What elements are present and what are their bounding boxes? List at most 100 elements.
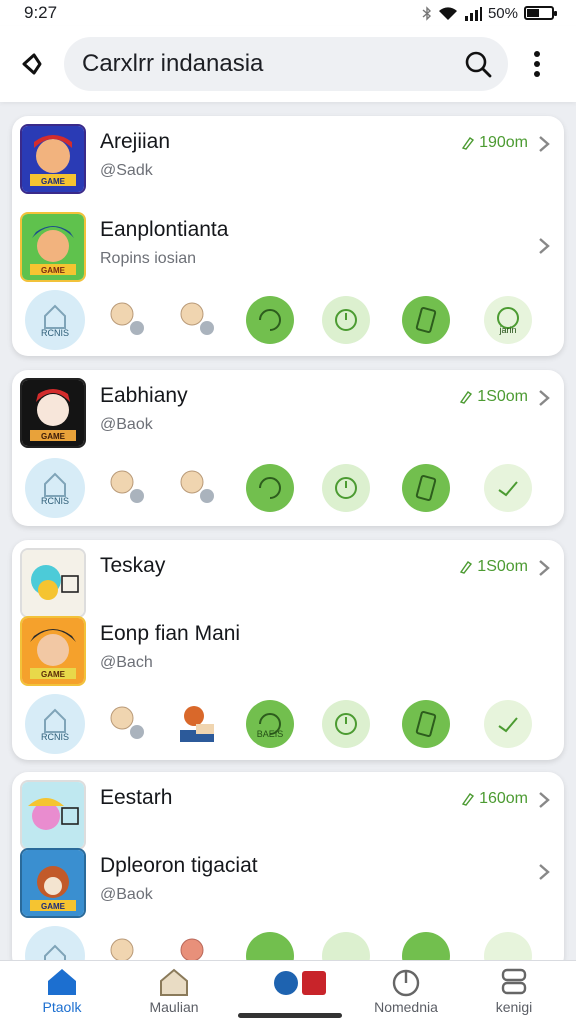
search-button[interactable] [462, 48, 494, 80]
status-time: 9:27 [24, 3, 58, 22]
game-dog-hero-icon: GAME [20, 848, 86, 918]
chevron-right-icon[interactable] [536, 388, 552, 408]
app-size: 160om [461, 790, 528, 808]
svg-text:GAME: GAME [41, 670, 66, 679]
trend-icon [498, 717, 518, 733]
chevron-right-icon[interactable] [536, 862, 552, 882]
app-list-item[interactable]: Eestarh 160om [12, 776, 564, 852]
home-shortcut-button[interactable]: RCNIS [25, 694, 85, 754]
download-size-icon [460, 391, 473, 404]
chevron-right-icon[interactable] [536, 134, 552, 154]
app-developer: @Bach [100, 654, 153, 671]
app-group-card: GAME Eabhiany @Baok 1S0om RCNIS [12, 370, 564, 526]
download-size-icon [461, 793, 475, 806]
refresh-button[interactable]: BAEIS [246, 700, 294, 748]
app-logo-icon [274, 971, 326, 995]
card-icon [415, 475, 437, 501]
timer-button[interactable] [322, 296, 370, 344]
bluetooth-icon [422, 5, 431, 21]
search-header: Carxlrr indanasia [0, 26, 576, 102]
character-icon[interactable] [174, 296, 222, 344]
character-icon[interactable] [104, 296, 152, 344]
home-indicator[interactable] [238, 1013, 342, 1018]
refresh-button[interactable] [246, 464, 294, 512]
nav-item-nomednia[interactable]: Nomednia [356, 961, 456, 1024]
svg-text:GAME: GAME [41, 902, 66, 911]
card-icon [415, 307, 437, 333]
character-icon[interactable] [104, 464, 152, 512]
search-icon [465, 51, 492, 78]
timer-button[interactable] [322, 700, 370, 748]
card-icon [415, 711, 437, 737]
back-chevron-icon [22, 53, 42, 75]
svg-text:GAME: GAME [41, 266, 66, 275]
app-developer: Ropins iosian [100, 250, 197, 267]
house-icon [44, 304, 66, 329]
timer-icon [335, 477, 357, 499]
game-cyan-character-icon [20, 548, 86, 618]
timer-icon [335, 309, 357, 331]
game-boy-blue-hat-icon: GAME [20, 212, 86, 282]
nav-item-maulian[interactable]: Maulian [124, 961, 224, 1024]
refresh-icon [259, 713, 281, 735]
nav-item-kenigi[interactable]: kenigi [464, 961, 564, 1024]
card-button[interactable] [402, 296, 450, 344]
chevron-right-icon[interactable] [536, 236, 552, 256]
download-size-icon [461, 137, 475, 150]
chevron-right-icon[interactable] [536, 790, 552, 810]
app-list-item[interactable]: GAME Eanplontianta Ropins iosian [12, 208, 564, 284]
svg-text:GAME: GAME [41, 432, 66, 441]
character-icon[interactable] [174, 464, 222, 512]
battery-percent: 50% [487, 4, 518, 22]
app-developer: @Baok [100, 886, 153, 903]
search-field[interactable]: Carxlrr indanasia [64, 37, 508, 91]
battery-icon [524, 6, 557, 20]
power-icon [392, 969, 420, 997]
refresh-icon [259, 477, 281, 499]
refresh-icon [259, 309, 281, 331]
search-input[interactable]: Carxlrr indanasia [82, 50, 462, 78]
more-vertical-icon [534, 51, 540, 77]
game-boy-red-cap-icon: GAME [20, 124, 86, 194]
app-title: Teskay [100, 554, 166, 577]
home-shortcut-button[interactable]: RCNIS [25, 458, 85, 518]
signal-icon [464, 6, 482, 21]
trend-icon [498, 481, 518, 497]
app-title: Eanplontianta [100, 218, 229, 241]
app-list-item[interactable]: GAME Eonp fian Mani @Bach [12, 612, 564, 688]
chevron-right-icon[interactable] [536, 558, 552, 578]
more-options-button[interactable] [508, 32, 566, 96]
chart-button[interactable]: jarin [484, 296, 532, 344]
app-title: Arejiian [100, 130, 171, 153]
nav-item-home[interactable]: Ptaolk [12, 961, 112, 1024]
app-size: 1S0om [459, 388, 528, 406]
app-list-item[interactable]: GAME Dpleoron tigaciat @Baok [12, 844, 564, 920]
card-button[interactable] [402, 700, 450, 748]
app-list-item[interactable]: GAME Eabhiany @Baok 1S0om [12, 374, 564, 450]
timer-icon [335, 713, 357, 735]
chart-button[interactable] [484, 700, 532, 748]
quick-actions-row: RCNIS jarin [12, 290, 564, 356]
wifi-icon [438, 6, 457, 20]
quick-actions-row: RCNIS [12, 458, 564, 524]
app-list-item[interactable]: GAME Arejiian @Sadk 190om [12, 120, 564, 196]
download-size-icon [460, 561, 473, 574]
timer-button[interactable] [322, 464, 370, 512]
refresh-button[interactable] [246, 296, 294, 344]
app-title: Dpleoron tigaciat [100, 854, 258, 877]
game-pirate-icon: GAME [20, 616, 86, 686]
app-size: 190om [461, 134, 528, 152]
home-icon [48, 969, 76, 995]
app-developer: @Baok [100, 416, 153, 433]
chart-button[interactable] [484, 464, 532, 512]
quick-actions-row: RCNIS BAEIS [12, 694, 564, 760]
character-laptop-icon[interactable] [174, 700, 222, 748]
character-icon[interactable] [104, 700, 152, 748]
app-list-item[interactable]: Teskay 1S0om [12, 544, 564, 620]
svg-text:GAME: GAME [41, 177, 66, 186]
home-shortcut-button[interactable]: RCNIS [25, 290, 85, 350]
card-button[interactable] [402, 464, 450, 512]
back-button[interactable] [0, 32, 64, 96]
app-group-card: Eestarh 160om GAME Dpleoron tigaciat @Ba… [12, 772, 564, 972]
status-icons: 50% [422, 4, 557, 22]
